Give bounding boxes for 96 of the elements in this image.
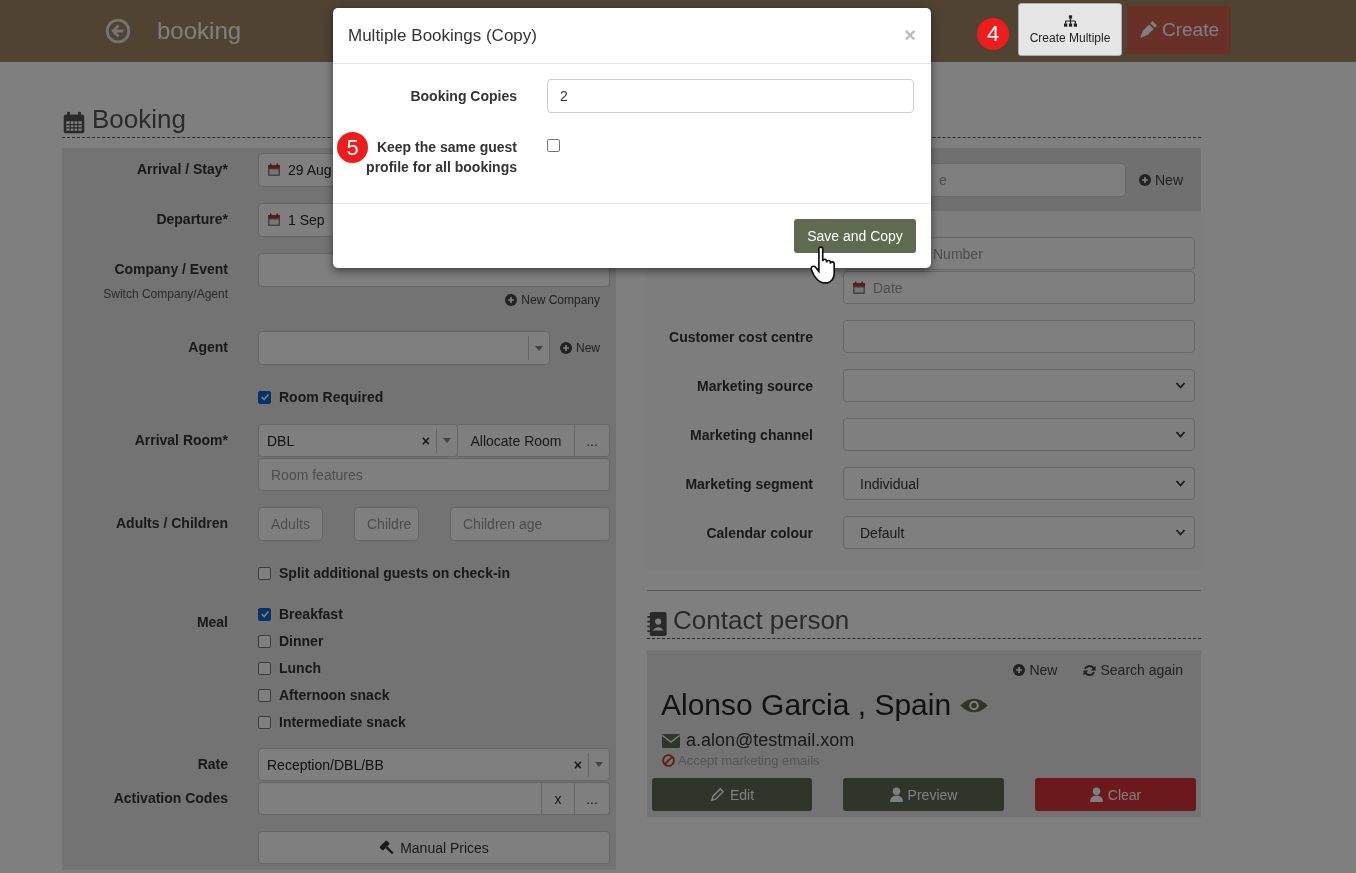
- chevron-icon: [1175, 529, 1186, 536]
- user-icon: [1089, 787, 1103, 802]
- calendar-icon: [267, 163, 281, 177]
- field-label: Arrival / Stay*: [136, 161, 228, 177]
- dropdown-field[interactable]: [843, 418, 1195, 451]
- edit-button[interactable]: Edit: [652, 778, 812, 811]
- copies-field[interactable]: 2: [547, 79, 914, 113]
- field-label: Marketing source: [697, 378, 813, 394]
- dropdown-field[interactable]: Default: [843, 516, 1195, 549]
- back-button[interactable]: [105, 18, 131, 44]
- manual-prices-button[interactable]: Manual Prices: [258, 831, 610, 864]
- field-label: Marketing channel: [690, 427, 813, 443]
- field-label: Keep the same guest profile for all bookings: [366, 139, 517, 175]
- field-label: Activation Codes: [113, 790, 228, 806]
- create-multiple-button[interactable]: Create Multiple: [1018, 3, 1122, 56]
- calendar-icon: [267, 213, 281, 227]
- section-heading: Booking: [92, 104, 186, 135]
- pencil-icon: [709, 787, 725, 802]
- field-label: Company / Event: [113, 261, 228, 277]
- field-label: Arrival Room*: [134, 432, 228, 448]
- save-and-copy-button[interactable]: Save and Copy: [794, 219, 916, 253]
- preview-button[interactable]: Preview: [843, 778, 1004, 811]
- caret-icon: [595, 762, 603, 767]
- search-again-link[interactable]: Search again: [1083, 662, 1183, 678]
- checkbox-label: Intermediate snack: [279, 714, 406, 730]
- checkbox-label: Dinner: [279, 633, 324, 649]
- checkbox[interactable]: [258, 661, 271, 675]
- clear-icon[interactable]: ×: [573, 756, 582, 773]
- text-field[interactable]: [843, 320, 1195, 353]
- plus-circle-icon: [505, 294, 518, 306]
- checkbox[interactable]: [258, 715, 271, 729]
- gavel-icon: [379, 839, 396, 856]
- checkbox[interactable]: [258, 607, 271, 621]
- field-label: Agent: [188, 339, 228, 355]
- checkbox[interactable]: [258, 390, 271, 404]
- step-badge: 5: [337, 132, 368, 163]
- field-label: Departure*: [156, 211, 228, 227]
- back-icon: [105, 18, 131, 44]
- chevron-icon: [1175, 480, 1186, 487]
- page-title: booking: [157, 17, 242, 45]
- clear-button[interactable]: x: [542, 782, 575, 815]
- contact-book-icon: [647, 612, 667, 636]
- hierarchy-icon: [1063, 14, 1077, 27]
- field-label: Marketing segment: [685, 476, 813, 492]
- refresh-icon: [1083, 663, 1097, 677]
- switch-link[interactable]: Switch Company/Agent: [62, 287, 228, 301]
- dropdown-field[interactable]: [843, 369, 1195, 402]
- caret-icon: [443, 438, 451, 443]
- allocate-room-button[interactable]: Allocate Room: [458, 424, 575, 457]
- checkbox[interactable]: [547, 139, 560, 152]
- plus-circle-icon: [560, 342, 572, 354]
- tick-icon: [259, 392, 270, 402]
- user-icon: [889, 787, 903, 802]
- calendar-icon: [852, 280, 866, 295]
- tick-icon: [259, 609, 270, 619]
- clear-button[interactable]: Clear: [1035, 778, 1196, 811]
- checkbox-label: Afternoon snack: [279, 687, 390, 703]
- contact-name: Alonso Garcia , Spain: [661, 688, 952, 722]
- new-company-link[interactable]: New Company: [505, 293, 600, 307]
- close-button[interactable]: ×: [898, 23, 916, 48]
- checkbox-label: Split additional guests on check-in: [279, 565, 511, 581]
- envelope-icon: [662, 733, 680, 748]
- dropdown-field[interactable]: Individual: [843, 467, 1195, 500]
- create-button[interactable]: Create: [1127, 6, 1231, 54]
- plus-circle-icon: [1139, 173, 1151, 186]
- pen-icon: [1139, 21, 1157, 39]
- checkbox-label: Lunch: [279, 660, 321, 676]
- section-heading: Contact person: [673, 605, 850, 636]
- clear-icon[interactable]: ×: [421, 432, 430, 449]
- checkbox[interactable]: [258, 634, 271, 648]
- field-label: Calendar colour: [706, 525, 813, 541]
- checkbox-label: Room Required: [279, 389, 384, 405]
- field-label: Booking Copies: [410, 88, 517, 104]
- field-label: Customer cost centre: [669, 329, 813, 345]
- step-badge: 4: [977, 18, 1009, 50]
- calendar-icon: [62, 111, 86, 135]
- more-button[interactable]: ...: [575, 782, 610, 815]
- new-link[interactable]: New: [1013, 662, 1058, 678]
- checkbox[interactable]: [258, 688, 271, 702]
- checkbox[interactable]: [258, 566, 271, 580]
- caret-icon: [535, 345, 543, 351]
- modal-title: Multiple Bookings (Copy): [348, 25, 537, 46]
- field-label: Adults / Children: [116, 515, 228, 531]
- activation-codes-field[interactable]: [258, 782, 542, 815]
- new-link[interactable]: New: [560, 341, 600, 355]
- field-label: Meal: [196, 614, 228, 630]
- contact-email: a.alon@testmail.xom: [686, 730, 855, 751]
- new-link[interactable]: New: [1139, 171, 1183, 188]
- room-select[interactable]: DBL ×: [258, 424, 458, 457]
- field-label: Rate: [197, 756, 228, 772]
- plus-circle-icon: [1013, 664, 1026, 676]
- checkbox-label: Breakfast: [279, 606, 343, 622]
- more-button[interactable]: ...: [575, 424, 610, 457]
- rate-select[interactable]: Reception/DBL/BB ×: [258, 748, 610, 781]
- chevron-icon: [1175, 382, 1186, 389]
- chevron-icon: [1175, 431, 1186, 438]
